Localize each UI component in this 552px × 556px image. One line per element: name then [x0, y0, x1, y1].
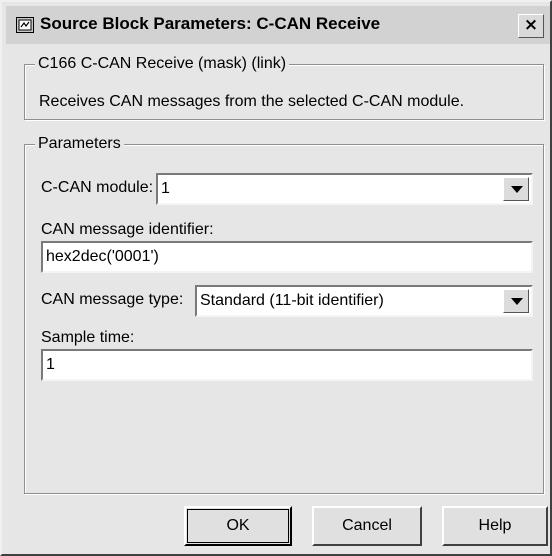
close-icon: × — [523, 15, 539, 35]
block-description: Receives CAN messages from the selected … — [39, 93, 465, 110]
window-title: Source Block Parameters: C-CAN Receive — [40, 14, 381, 33]
ccan-module-value: 1 — [161, 180, 170, 197]
can-message-type-label: CAN message type: — [41, 291, 184, 308]
can-message-identifier-value: hex2dec('0001') — [46, 248, 159, 265]
description-group: C166 C-CAN Receive (mask) (link) Receive… — [24, 55, 544, 120]
close-button[interactable]: × — [518, 14, 544, 38]
title-bar[interactable]: Source Block Parameters: C-CAN Receive × — [6, 6, 550, 44]
ccan-module-select[interactable]: 1 — [156, 173, 533, 205]
can-message-identifier-input[interactable]: hex2dec('0001') — [41, 241, 533, 273]
ok-button[interactable]: OK — [184, 506, 292, 546]
parameters-group: Parameters C-CAN module: 1 CAN message i… — [24, 135, 544, 494]
description-group-label: C166 C-CAN Receive (mask) (link) — [35, 55, 290, 73]
chevron-down-icon[interactable] — [503, 289, 529, 313]
simulink-block-icon — [16, 17, 34, 33]
cancel-button[interactable]: Cancel — [312, 506, 422, 546]
parameters-group-label: Parameters — [35, 135, 124, 153]
block-parameters-dialog: Source Block Parameters: C-CAN Receive ×… — [0, 0, 552, 556]
sample-time-input[interactable]: 1 — [41, 349, 533, 381]
can-message-identifier-label: CAN message identifier: — [41, 221, 214, 238]
ccan-module-label: C-CAN module: — [41, 179, 154, 196]
help-button[interactable]: Help — [442, 506, 548, 546]
can-message-type-value: Standard (11-bit identifier) — [200, 292, 384, 309]
sample-time-label: Sample time: — [41, 329, 135, 346]
can-message-type-select[interactable]: Standard (11-bit identifier) — [195, 285, 533, 317]
chevron-down-icon[interactable] — [503, 177, 529, 201]
sample-time-value: 1 — [46, 356, 55, 373]
